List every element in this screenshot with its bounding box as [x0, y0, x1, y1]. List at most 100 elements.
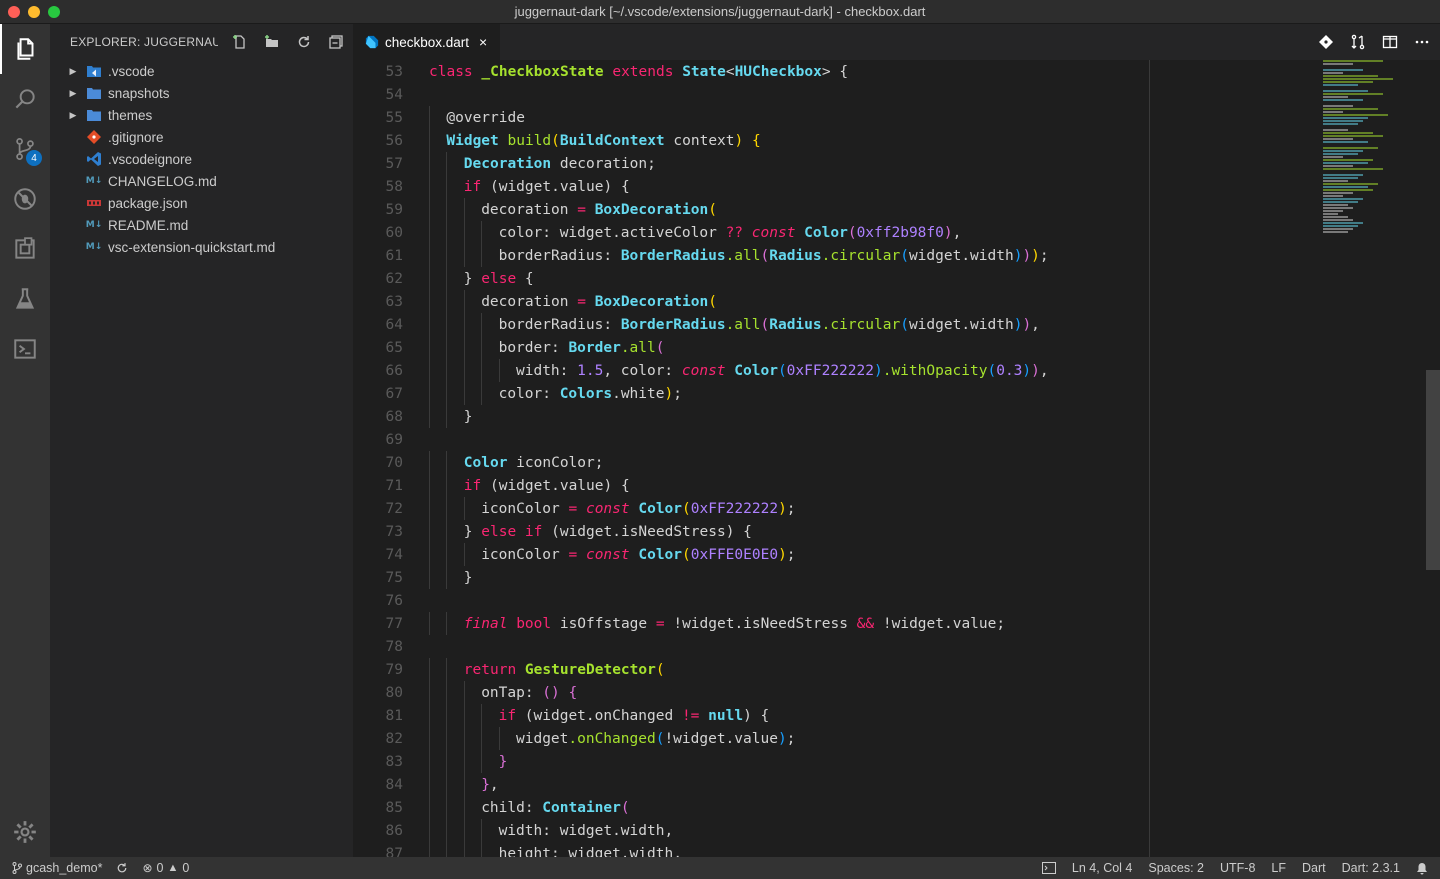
indent-guide — [429, 405, 430, 428]
tree-folder-themes[interactable]: ▶ themes — [50, 104, 353, 126]
source-control-activity[interactable]: 4 — [0, 124, 50, 174]
code-line: 71 if (widget.value) { — [353, 474, 1440, 497]
new-file-icon — [233, 35, 245, 49]
terminal-activity[interactable] — [0, 324, 50, 374]
end-of-line[interactable]: LF — [1271, 861, 1286, 875]
tree-file-gitignore[interactable]: .gitignore — [50, 126, 353, 148]
problems-status[interactable]: ⊗ 0 ▲ 0 — [142, 861, 189, 875]
open-changes-button[interactable] — [1316, 32, 1336, 52]
manage-activity[interactable] — [0, 807, 50, 857]
indent-guide — [429, 842, 430, 857]
indent-guide — [481, 359, 483, 382]
tree-item-label: README.md — [108, 217, 189, 233]
tree-file-package-json[interactable]: package.json — [50, 192, 353, 214]
language-mode[interactable]: Dart — [1302, 861, 1326, 875]
indent-guide — [446, 497, 448, 520]
indent-guide — [429, 336, 430, 359]
error-icon: ⊗ — [142, 861, 153, 875]
more-actions-button[interactable] — [1412, 32, 1432, 52]
terminal-icon — [14, 339, 36, 359]
tree-file-vscodeignore[interactable]: .vscodeignore — [50, 148, 353, 170]
cursor-position[interactable]: Ln 4, Col 4 — [1072, 861, 1132, 875]
indent-guide — [446, 704, 448, 727]
code-text: iconColor = const Color(0xFFE0E0E0); — [481, 546, 796, 563]
indent-guide — [481, 727, 483, 750]
line-number: 56 — [385, 132, 403, 149]
collapse-all-button[interactable] — [326, 32, 346, 52]
code-line: 70 Color iconColor; — [353, 451, 1440, 474]
vscode-folder-icon — [86, 63, 102, 79]
indent-guide — [429, 451, 430, 474]
tree-item-label: .vscodeignore — [108, 151, 193, 167]
toggle-diff-button[interactable] — [1348, 32, 1368, 52]
new-folder-icon — [265, 35, 278, 47]
tab-checkbox-dart[interactable]: checkbox.dart × — [353, 24, 500, 60]
new-folder-button[interactable] — [262, 32, 282, 52]
tree-file-quickstart[interactable]: M↓ vsc-extension-quickstart.md — [50, 236, 353, 258]
line-number: 59 — [385, 201, 403, 218]
code-text: } else if (widget.isNeedStress) { — [463, 523, 752, 540]
git-branch-icon — [12, 862, 22, 874]
diff-icon — [1351, 34, 1365, 50]
dart-sdk-version[interactable]: Dart: 2.3.1 — [1342, 861, 1400, 875]
tree-item-label: snapshots — [108, 85, 170, 101]
tree-folder-snapshots[interactable]: ▶ snapshots — [50, 82, 353, 104]
close-window-button[interactable] — [8, 6, 20, 18]
indent-guide — [446, 175, 448, 198]
line-number: 58 — [385, 178, 403, 195]
encoding[interactable]: UTF-8 — [1220, 861, 1255, 875]
code-line: 81 if (widget.onChanged != null) { — [353, 704, 1440, 727]
branch-status[interactable]: gcash_demo* — [12, 861, 102, 875]
notifications-button[interactable] — [1416, 862, 1428, 875]
new-file-button[interactable] — [230, 32, 250, 52]
line-number: 54 — [385, 86, 403, 103]
indent-guide — [463, 221, 465, 244]
indent-guide — [463, 313, 465, 336]
indent-guide — [429, 750, 430, 773]
search-activity[interactable] — [0, 74, 50, 124]
indent-guide — [429, 819, 430, 842]
code-text: color: widget.activeColor ?? const Color… — [498, 224, 962, 241]
tab-close-button[interactable]: × — [479, 34, 487, 50]
code-text: decoration = BoxDecoration( — [481, 201, 717, 218]
sync-button[interactable] — [116, 862, 128, 874]
explorer-activity[interactable] — [0, 24, 50, 74]
indent-guide — [463, 773, 465, 796]
indent-guide — [463, 336, 465, 359]
indent-guide — [446, 681, 448, 704]
refresh-button[interactable] — [294, 32, 314, 52]
indent-guide — [446, 152, 448, 175]
warning-count: 0 — [182, 861, 190, 875]
indentation[interactable]: Spaces: 2 — [1148, 861, 1204, 875]
indent-guide — [463, 198, 465, 221]
tree-file-readme[interactable]: M↓ README.md — [50, 214, 353, 236]
code-editor[interactable]: 53 class _CheckboxState extends State<HUC… — [353, 60, 1440, 857]
tree-file-changelog[interactable]: M↓ CHANGELOG.md — [50, 170, 353, 192]
indent-guide — [429, 727, 430, 750]
tree-folder-vscode[interactable]: ▶ .vscode — [50, 60, 353, 82]
indent-guide — [463, 750, 465, 773]
minimize-window-button[interactable] — [28, 6, 40, 18]
indent-guide — [429, 152, 430, 175]
indent-guide — [481, 842, 483, 857]
code-line: 80 onTap: () { — [353, 681, 1440, 704]
split-editor-button[interactable] — [1380, 32, 1400, 52]
warning-icon: ▲ — [167, 862, 179, 874]
indent-guide — [481, 336, 483, 359]
code-text: return GestureDetector( — [463, 661, 665, 678]
tree-item-label: package.json — [108, 195, 188, 211]
debug-icon — [14, 188, 36, 210]
debug-activity[interactable] — [0, 174, 50, 224]
indent-guide — [446, 267, 448, 290]
terminal-status-button[interactable] — [1041, 862, 1056, 874]
folder-icon — [86, 107, 102, 123]
extensions-activity[interactable] — [0, 224, 50, 274]
maximize-window-button[interactable] — [48, 6, 60, 18]
indent-guide — [463, 543, 465, 566]
window-controls — [8, 6, 60, 18]
code-text: Widget build(BuildContext context) { — [446, 132, 761, 149]
line-number: 57 — [385, 155, 403, 172]
code-line: 54 — [353, 83, 1440, 106]
testing-activity[interactable] — [0, 274, 50, 324]
code-text: borderRadius: BorderRadius.all(Radius.ci… — [498, 247, 1049, 264]
